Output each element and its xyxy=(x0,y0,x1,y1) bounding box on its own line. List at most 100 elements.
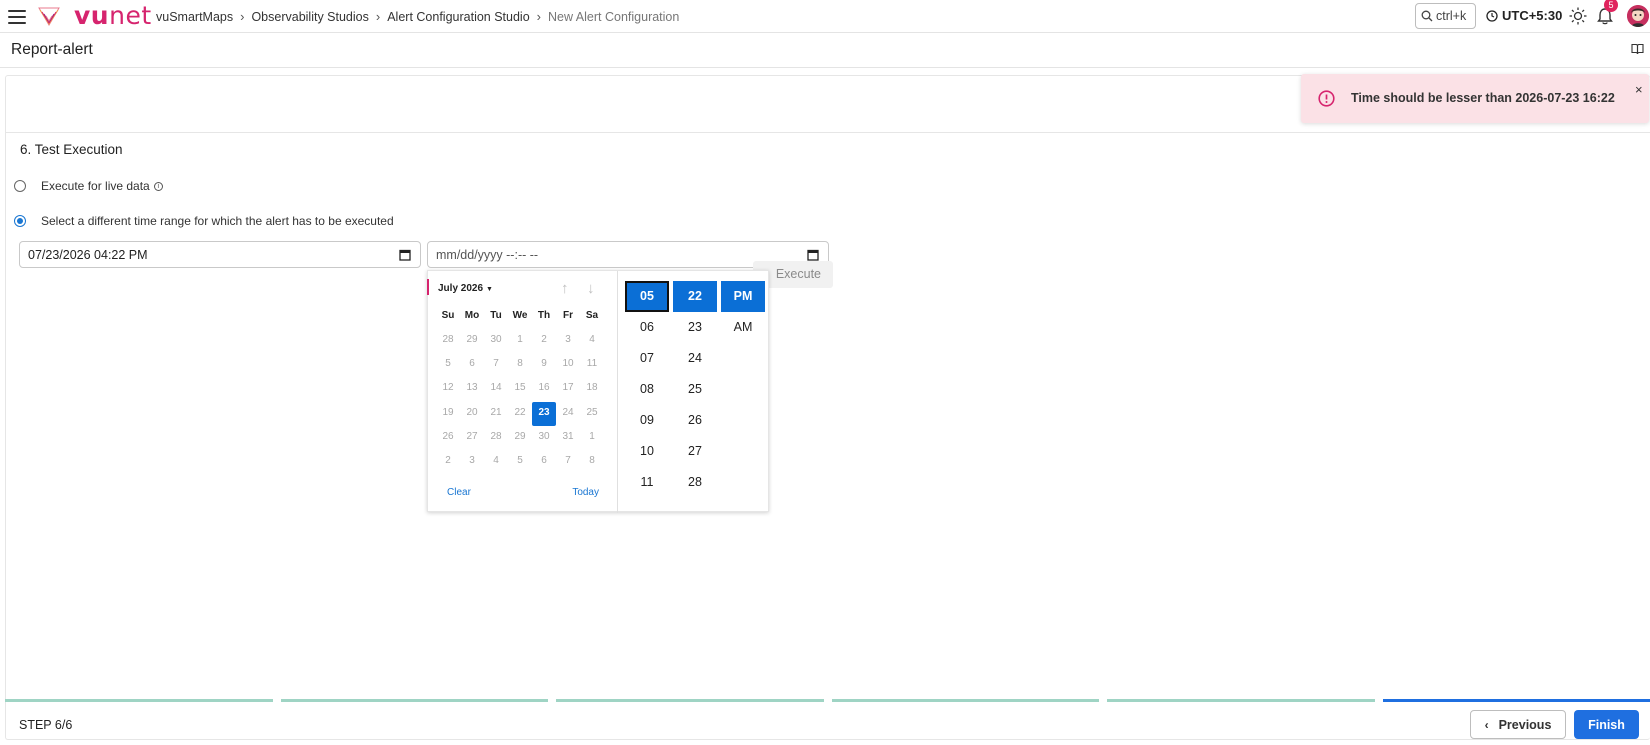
info-icon[interactable]: i xyxy=(153,181,163,191)
calendar-day[interactable]: 13 xyxy=(460,377,484,401)
page-header: Report-alert xyxy=(0,33,1650,68)
user-avatar[interactable] xyxy=(1627,5,1649,27)
breadcrumb-new-alert-configuration: New Alert Configuration xyxy=(548,9,680,24)
calendar-day[interactable]: 23 xyxy=(532,401,556,426)
calendar-day[interactable]: 15 xyxy=(508,377,532,401)
option-time-range[interactable]: Select a different time range for which … xyxy=(14,214,394,228)
meridiem-option[interactable]: PM xyxy=(721,281,765,312)
calendar-day[interactable]: 10 xyxy=(556,353,580,377)
weekday-header-row: Su Mo Tu We Th Fr Sa xyxy=(436,309,604,329)
clear-button[interactable]: Clear xyxy=(447,487,471,498)
calendar-day[interactable]: 2 xyxy=(532,329,556,353)
calendar-day[interactable]: 4 xyxy=(484,450,508,474)
weekday-label: Sa xyxy=(585,310,599,321)
search-button[interactable]: ctrl+k xyxy=(1415,3,1476,29)
calendar-day[interactable]: 8 xyxy=(508,353,532,377)
documentation-book-icon[interactable] xyxy=(1631,43,1644,55)
next-month-arrow-icon[interactable]: ↓ xyxy=(587,280,595,297)
step-indicator: STEP 6/6 xyxy=(19,718,73,732)
calendar-day[interactable]: 7 xyxy=(556,450,580,474)
search-shortcut-label: ctrl+k xyxy=(1436,9,1467,23)
radio-time-range[interactable] xyxy=(14,215,26,227)
timezone-selector[interactable]: UTC+5:30 xyxy=(1486,8,1562,23)
meridiem-option[interactable]: AM xyxy=(721,312,765,343)
calendar-day[interactable]: 27 xyxy=(460,426,484,450)
minute-option[interactable]: 26 xyxy=(673,405,717,436)
calendar-day[interactable]: 6 xyxy=(460,353,484,377)
calendar-day[interactable]: 16 xyxy=(532,377,556,401)
calendar-day[interactable]: 29 xyxy=(460,329,484,353)
menu-icon[interactable] xyxy=(8,10,26,24)
today-button[interactable]: Today xyxy=(572,487,599,498)
close-icon[interactable]: × xyxy=(1635,82,1643,97)
calendar-day[interactable]: 20 xyxy=(460,402,484,426)
hour-option[interactable]: 07 xyxy=(625,343,669,374)
calendar-day[interactable]: 30 xyxy=(484,329,508,353)
radio-live-data[interactable] xyxy=(14,180,26,192)
calendar-day[interactable]: 26 xyxy=(436,426,460,450)
calendar-day[interactable]: 25 xyxy=(580,402,604,426)
theme-toggle-sun-icon[interactable] xyxy=(1569,7,1587,25)
breadcrumb-observability-studios[interactable]: Observability Studios xyxy=(251,10,368,24)
hour-option[interactable]: 05 xyxy=(625,281,669,312)
option-live-data[interactable]: Execute for live data i xyxy=(14,179,163,193)
minute-option[interactable]: 27 xyxy=(673,436,717,467)
calendar-day[interactable]: 17 xyxy=(556,377,580,401)
calendar-day[interactable]: 28 xyxy=(484,426,508,450)
search-icon xyxy=(1421,10,1433,22)
focus-indicator xyxy=(427,279,429,295)
calendar-day[interactable]: 1 xyxy=(508,329,532,353)
calendar-day[interactable]: 14 xyxy=(484,377,508,401)
hour-option[interactable]: 10 xyxy=(625,436,669,467)
calendar-day[interactable]: 2 xyxy=(436,450,460,474)
minute-option[interactable]: 28 xyxy=(673,467,717,498)
previous-button[interactable]: ‹ Previous xyxy=(1470,710,1566,739)
calendar-day[interactable]: 6 xyxy=(532,450,556,474)
calendar-day[interactable]: 22 xyxy=(508,402,532,426)
calendar-icon[interactable] xyxy=(399,249,411,261)
calendar-day[interactable]: 21 xyxy=(484,402,508,426)
calendar-day[interactable]: 19 xyxy=(436,402,460,426)
hour-option[interactable]: 08 xyxy=(625,374,669,405)
calendar-week-row: 12 13 14 15 16 17 18 xyxy=(436,377,604,401)
calendar-day[interactable]: 30 xyxy=(532,426,556,450)
previous-month-arrow-icon[interactable]: ↑ xyxy=(561,280,569,297)
calendar-day[interactable]: 12 xyxy=(436,377,460,401)
previous-button-label: Previous xyxy=(1498,717,1552,732)
calendar-day[interactable]: 1 xyxy=(580,426,604,450)
breadcrumb-vusmartmaps[interactable]: vuSmartMaps xyxy=(156,10,233,24)
calendar-week-row: 2345678 xyxy=(436,450,604,474)
start-datetime-input[interactable]: 07/23/2026 04:22 PM xyxy=(19,241,421,268)
hour-option[interactable]: 11 xyxy=(625,467,669,498)
calendar-day[interactable]: 4 xyxy=(580,329,604,353)
calendar-day[interactable]: 3 xyxy=(556,329,580,353)
month-year-selector[interactable]: July 2026 ▼ xyxy=(438,283,493,294)
calendar-day[interactable]: 31 xyxy=(556,426,580,450)
finish-button[interactable]: Finish xyxy=(1574,710,1639,739)
weekday-label: Mo xyxy=(464,310,480,321)
calendar-day[interactable]: 29 xyxy=(508,426,532,450)
calendar-day[interactable]: 18 xyxy=(580,377,604,401)
datetime-picker-popup: July 2026 ▼ ↑ ↓ Su Mo Tu We Th Fr Sa 28 29… xyxy=(427,270,769,513)
minute-option[interactable]: 22 xyxy=(673,281,717,312)
minute-option[interactable]: 25 xyxy=(673,374,717,405)
calendar-day[interactable]: 7 xyxy=(484,353,508,377)
hour-option[interactable]: 09 xyxy=(625,405,669,436)
calendar-icon[interactable] xyxy=(807,249,819,261)
calendar-day[interactable]: 5 xyxy=(508,450,532,474)
hour-option[interactable]: 06 xyxy=(625,312,669,343)
calendar-day[interactable]: 3 xyxy=(460,450,484,474)
calendar-day[interactable]: 11 xyxy=(580,353,604,377)
calendar-day[interactable]: 8 xyxy=(580,450,604,474)
weekday-label: Tu xyxy=(490,310,502,321)
calendar-day[interactable]: 24 xyxy=(556,402,580,426)
weekday-label: Th xyxy=(537,310,551,321)
start-datetime-value: 07/23/2026 04:22 PM xyxy=(28,247,148,262)
minute-option[interactable]: 24 xyxy=(673,343,717,374)
breadcrumb-alert-configuration-studio[interactable]: Alert Configuration Studio xyxy=(387,10,529,24)
calendar-day[interactable]: 28 xyxy=(436,329,460,353)
caret-down-icon: ▼ xyxy=(486,286,493,293)
calendar-day[interactable]: 9 xyxy=(532,353,556,377)
calendar-day[interactable]: 5 xyxy=(436,353,460,377)
minute-option[interactable]: 23 xyxy=(673,312,717,343)
